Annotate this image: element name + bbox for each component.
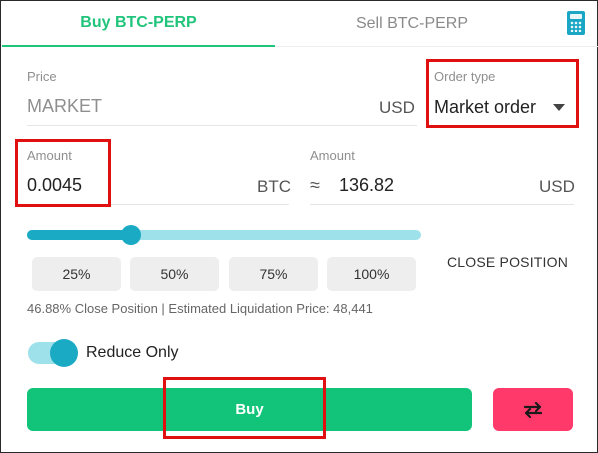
price-value: MARKET: [27, 96, 103, 116]
price-underline: [27, 125, 417, 126]
price-label: Price: [27, 69, 57, 84]
tab-divider: [275, 46, 598, 47]
amount-btc-unit: BTC: [257, 177, 291, 196]
amount-slider-track[interactable]: [27, 230, 421, 240]
amount-slider-thumb[interactable]: [120, 225, 141, 245]
amount-usd-unit: USD: [539, 177, 575, 196]
approx-symbol: ≈: [310, 175, 320, 195]
amount-usd-underline: [310, 204, 574, 205]
amount-usd-input[interactable]: 136.82: [339, 175, 394, 196]
close-position-button[interactable]: CLOSE POSITION: [447, 254, 568, 270]
highlight-box-amount: [15, 139, 111, 207]
tab-buy[interactable]: Buy BTC-PERP: [2, 1, 275, 47]
swap-arrows-icon: [523, 401, 543, 418]
amount-slider-fill: [27, 230, 131, 240]
highlight-box-order-type: [426, 59, 579, 128]
toggle-knob: [50, 339, 78, 367]
swap-button[interactable]: [493, 388, 573, 431]
percent-75-button[interactable]: 75%: [229, 257, 318, 291]
reduce-only-toggle[interactable]: [28, 339, 78, 367]
percent-50-button[interactable]: 50%: [130, 257, 219, 291]
percent-100-button[interactable]: 100%: [327, 257, 416, 291]
percent-25-button[interactable]: 25%: [32, 257, 121, 291]
reduce-only-label: Reduce Only: [86, 344, 179, 361]
highlight-box-buy: [163, 377, 326, 439]
price-unit: USD: [379, 98, 415, 117]
tab-sell[interactable]: Sell BTC-PERP: [275, 1, 549, 47]
amount-usd-label: Amount: [310, 148, 355, 163]
order-panel: Buy BTC-PERP Sell BTC-PERP Price MARKET …: [0, 0, 598, 453]
position-info-text: 46.88% Close Position | Estimated Liquid…: [27, 301, 373, 316]
calculator-icon[interactable]: [567, 11, 585, 35]
